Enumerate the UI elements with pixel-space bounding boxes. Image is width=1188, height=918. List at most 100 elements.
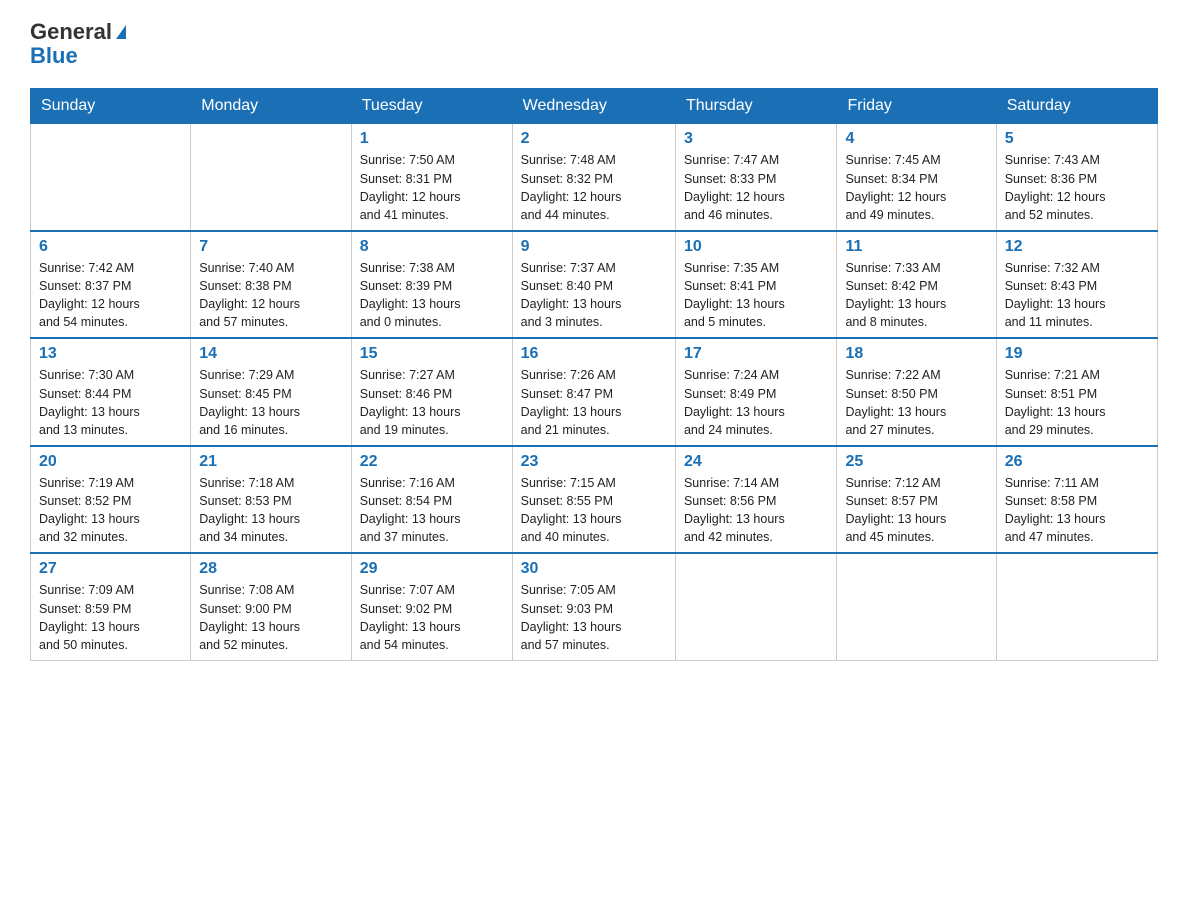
calendar-cell: 4Sunrise: 7:45 AM Sunset: 8:34 PM Daylig… [837, 124, 996, 231]
page-header: General Blue [30, 20, 1158, 68]
day-info: Sunrise: 7:05 AM Sunset: 9:03 PM Dayligh… [521, 581, 667, 654]
calendar-day-header: Wednesday [512, 89, 675, 124]
day-info: Sunrise: 7:11 AM Sunset: 8:58 PM Dayligh… [1005, 474, 1149, 547]
day-number: 16 [521, 345, 667, 363]
calendar-cell: 24 Sunrise: 7:14 AM Sunset: 8:56 PM Dayli… [675, 446, 837, 554]
day-number: 1 [360, 130, 504, 148]
day-info: Sunrise: 7:14 AM Sunset: 8:56 PM Dayligh… [684, 474, 829, 547]
calendar-day-header: Monday [191, 89, 352, 124]
calendar-day-header: Saturday [996, 89, 1157, 124]
calendar-cell: 13 Sunrise: 7:30 AM Sunset: 8:44 PM Dayli… [31, 338, 191, 446]
calendar-cell: 5 Sunrise: 7:43 AM Sunset: 8:36 PM Daylig… [996, 124, 1157, 231]
day-number: 14 [199, 345, 343, 363]
day-number: 25 [845, 453, 987, 471]
day-info: Sunrise: 7:30 AM Sunset: 8:44 PM Dayligh… [39, 366, 182, 439]
calendar-cell: 23Sunrise: 7:15 AM Sunset: 8:55 PM Dayli… [512, 446, 675, 554]
day-number: 2 [521, 130, 667, 148]
day-info: Sunrise: 7:29 AM Sunset: 8:45 PM Dayligh… [199, 366, 343, 439]
calendar-cell: 15 Sunrise: 7:27 AM Sunset: 8:46 PM Dayli… [351, 338, 512, 446]
day-number: 17 [684, 345, 829, 363]
calendar-cell [996, 553, 1157, 660]
day-number: 30 [521, 560, 667, 578]
day-info: Sunrise: 7:21 AM Sunset: 8:51 PM Dayligh… [1005, 366, 1149, 439]
calendar-cell [675, 553, 837, 660]
calendar-cell: 3 Sunrise: 7:47 AM Sunset: 8:33 PM Daylig… [675, 124, 837, 231]
day-info: Sunrise: 7:38 AM Sunset: 8:39 PM Dayligh… [360, 259, 504, 332]
day-info: Sunrise: 7:32 AM Sunset: 8:43 PM Dayligh… [1005, 259, 1149, 332]
logo-general-text: General [30, 20, 112, 44]
calendar-week-row: 13 Sunrise: 7:30 AM Sunset: 8:44 PM Dayli… [31, 338, 1158, 446]
calendar-cell: 11 Sunrise: 7:33 AM Sunset: 8:42 PM Dayli… [837, 231, 996, 339]
day-info: Sunrise: 7:24 AM Sunset: 8:49 PM Dayligh… [684, 366, 829, 439]
calendar-cell: 20 Sunrise: 7:19 AM Sunset: 8:52 PM Dayli… [31, 446, 191, 554]
day-info: Sunrise: 7:18 AM Sunset: 8:53 PM Dayligh… [199, 474, 343, 547]
day-number: 22 [360, 453, 504, 471]
day-info: Sunrise: 7:08 AM Sunset: 9:00 PM Dayligh… [199, 581, 343, 654]
calendar-cell: 19 Sunrise: 7:21 AM Sunset: 8:51 PM Dayli… [996, 338, 1157, 446]
calendar-day-header: Thursday [675, 89, 837, 124]
day-info: Sunrise: 7:19 AM Sunset: 8:52 PM Dayligh… [39, 474, 182, 547]
calendar-cell: 9Sunrise: 7:37 AM Sunset: 8:40 PM Daylig… [512, 231, 675, 339]
day-info: Sunrise: 7:47 AM Sunset: 8:33 PM Dayligh… [684, 151, 829, 224]
day-number: 12 [1005, 238, 1149, 256]
day-info: Sunrise: 7:48 AM Sunset: 8:32 PM Dayligh… [521, 151, 667, 224]
calendar-table: SundayMondayTuesdayWednesdayThursdayFrid… [30, 88, 1158, 661]
day-number: 18 [845, 345, 987, 363]
day-number: 4 [845, 130, 987, 148]
day-info: Sunrise: 7:16 AM Sunset: 8:54 PM Dayligh… [360, 474, 504, 547]
day-info: Sunrise: 7:33 AM Sunset: 8:42 PM Dayligh… [845, 259, 987, 332]
calendar-header-row: SundayMondayTuesdayWednesdayThursdayFrid… [31, 89, 1158, 124]
day-info: Sunrise: 7:27 AM Sunset: 8:46 PM Dayligh… [360, 366, 504, 439]
calendar-cell [31, 124, 191, 231]
day-info: Sunrise: 7:40 AM Sunset: 8:38 PM Dayligh… [199, 259, 343, 332]
day-number: 8 [360, 238, 504, 256]
calendar-cell [837, 553, 996, 660]
calendar-cell: 16 Sunrise: 7:26 AM Sunset: 8:47 PM Dayli… [512, 338, 675, 446]
calendar-cell: 2 Sunrise: 7:48 AM Sunset: 8:32 PM Daylig… [512, 124, 675, 231]
calendar-cell: 28 Sunrise: 7:08 AM Sunset: 9:00 PM Dayli… [191, 553, 352, 660]
calendar-week-row: 6Sunrise: 7:42 AM Sunset: 8:37 PM Daylig… [31, 231, 1158, 339]
day-number: 20 [39, 453, 182, 471]
calendar-day-header: Friday [837, 89, 996, 124]
day-number: 5 [1005, 130, 1149, 148]
logo-triangle-icon [116, 25, 126, 39]
day-number: 6 [39, 238, 182, 256]
calendar-cell: 26 Sunrise: 7:11 AM Sunset: 8:58 PM Dayli… [996, 446, 1157, 554]
calendar-cell: 6Sunrise: 7:42 AM Sunset: 8:37 PM Daylig… [31, 231, 191, 339]
calendar-week-row: 1 Sunrise: 7:50 AM Sunset: 8:31 PM Daylig… [31, 124, 1158, 231]
calendar-cell: 27 Sunrise: 7:09 AM Sunset: 8:59 PM Dayli… [31, 553, 191, 660]
logo-blue-text: Blue [30, 44, 126, 68]
day-number: 26 [1005, 453, 1149, 471]
day-number: 24 [684, 453, 829, 471]
calendar-week-row: 27 Sunrise: 7:09 AM Sunset: 8:59 PM Dayli… [31, 553, 1158, 660]
day-number: 11 [845, 238, 987, 256]
calendar-cell: 29Sunrise: 7:07 AM Sunset: 9:02 PM Dayli… [351, 553, 512, 660]
calendar-cell: 30 Sunrise: 7:05 AM Sunset: 9:03 PM Dayli… [512, 553, 675, 660]
calendar-cell: 14 Sunrise: 7:29 AM Sunset: 8:45 PM Dayli… [191, 338, 352, 446]
day-number: 13 [39, 345, 182, 363]
day-info: Sunrise: 7:50 AM Sunset: 8:31 PM Dayligh… [360, 151, 504, 224]
calendar-cell: 8 Sunrise: 7:38 AM Sunset: 8:39 PM Daylig… [351, 231, 512, 339]
day-info: Sunrise: 7:35 AM Sunset: 8:41 PM Dayligh… [684, 259, 829, 332]
day-info: Sunrise: 7:43 AM Sunset: 8:36 PM Dayligh… [1005, 151, 1149, 224]
calendar-cell: 12 Sunrise: 7:32 AM Sunset: 8:43 PM Dayli… [996, 231, 1157, 339]
calendar-cell: 21Sunrise: 7:18 AM Sunset: 8:53 PM Dayli… [191, 446, 352, 554]
day-info: Sunrise: 7:12 AM Sunset: 8:57 PM Dayligh… [845, 474, 987, 547]
calendar-day-header: Tuesday [351, 89, 512, 124]
calendar-cell: 18 Sunrise: 7:22 AM Sunset: 8:50 PM Dayli… [837, 338, 996, 446]
day-info: Sunrise: 7:22 AM Sunset: 8:50 PM Dayligh… [845, 366, 987, 439]
day-number: 28 [199, 560, 343, 578]
day-number: 29 [360, 560, 504, 578]
day-number: 9 [521, 238, 667, 256]
calendar-day-header: Sunday [31, 89, 191, 124]
day-info: Sunrise: 7:26 AM Sunset: 8:47 PM Dayligh… [521, 366, 667, 439]
calendar-week-row: 20 Sunrise: 7:19 AM Sunset: 8:52 PM Dayli… [31, 446, 1158, 554]
calendar-cell: 7Sunrise: 7:40 AM Sunset: 8:38 PM Daylig… [191, 231, 352, 339]
day-number: 15 [360, 345, 504, 363]
calendar-cell: 1 Sunrise: 7:50 AM Sunset: 8:31 PM Daylig… [351, 124, 512, 231]
day-number: 27 [39, 560, 182, 578]
day-info: Sunrise: 7:09 AM Sunset: 8:59 PM Dayligh… [39, 581, 182, 654]
calendar-cell [191, 124, 352, 231]
day-number: 3 [684, 130, 829, 148]
day-number: 19 [1005, 345, 1149, 363]
